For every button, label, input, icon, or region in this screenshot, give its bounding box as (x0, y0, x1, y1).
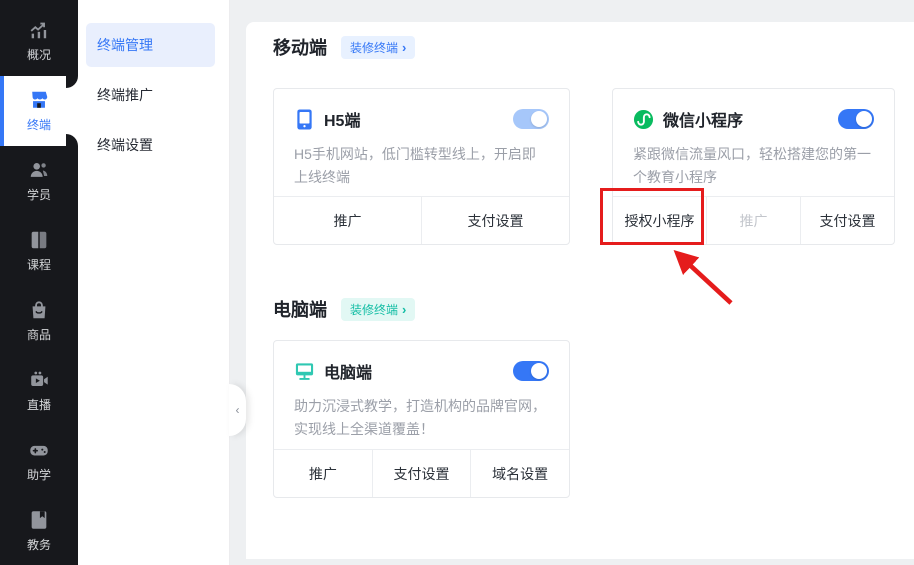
decorate-terminal-badge-pc[interactable]: 装修终端 › (341, 297, 416, 321)
card-title: 电脑端 (324, 365, 373, 382)
payment-settings-button[interactable]: 支付设置 (421, 197, 569, 244)
card-header: 电脑端 (274, 341, 569, 383)
course-book-icon (28, 229, 50, 251)
sidebar-item-label: 教务 (26, 538, 51, 552)
card-actions: 推广 支付设置 (274, 196, 569, 244)
submenu-item-label: 终端设置 (97, 137, 153, 153)
sidebar-collapse-handle[interactable]: ‹ (229, 384, 246, 436)
submenu-item-terminal-promotion[interactable]: 终端推广 (86, 73, 215, 117)
sidebar-item-courses[interactable]: 课程 (0, 216, 78, 286)
pc-terminal-card: 电脑端 助力沉浸式教学，打造机构的品牌官网，实现线上全渠道覆盖！ 推广 支付设置… (273, 340, 570, 498)
submenu-item-terminal-management[interactable]: 终端管理 (86, 23, 215, 67)
sidebar-item-study-aid[interactable]: 助学 (0, 426, 78, 496)
pc-section-title: 电脑端 (273, 300, 327, 320)
sidebar-item-label: 概况 (26, 48, 51, 62)
primary-sidebar: 概况 终端 学员 课程 商品 直播 助学 教务 (0, 0, 78, 565)
payment-settings-button[interactable]: 支付设置 (800, 197, 894, 244)
overview-chart-icon (28, 19, 50, 41)
sidebar-item-label: 课程 (26, 258, 51, 272)
h5-enable-toggle[interactable] (513, 109, 549, 129)
card-header: 微信小程序 (613, 89, 894, 131)
promote-button[interactable]: 推广 (274, 450, 372, 497)
toggle-knob (531, 363, 547, 379)
card-actions: 授权小程序 推广 支付设置 (613, 196, 894, 244)
mobile-section-title: 移动端 (273, 38, 327, 58)
secondary-menu: 终端管理 终端推广 终端设置 (78, 0, 230, 565)
promote-button-disabled: 推广 (706, 197, 800, 244)
badge-label: 装修终端 (350, 40, 399, 55)
sidebar-item-label: 学员 (26, 188, 51, 202)
pc-section-header: 电脑端 装修终端 › (273, 296, 416, 322)
decorate-terminal-badge-mobile[interactable]: 装修终端 › (341, 35, 416, 59)
content-panel: 移动端 装修终端 › H5端 H5手机网站，低门槛转型线上，开启即上线终端 推广… (246, 22, 914, 559)
sidebar-item-academics[interactable]: 教务 (0, 496, 78, 565)
sidebar-item-label: 直播 (26, 398, 51, 412)
shopping-bag-icon (28, 299, 50, 321)
submenu-item-label: 终端管理 (97, 37, 153, 53)
card-header: H5端 (274, 89, 569, 131)
card-description: H5手机网站，低门槛转型线上，开启即上线终端 (294, 146, 536, 185)
sidebar-item-label: 终端 (26, 118, 51, 132)
h5-phone-icon (294, 108, 324, 130)
authorize-miniprogram-button[interactable]: 授权小程序 (613, 197, 706, 244)
pc-enable-toggle[interactable] (513, 361, 549, 381)
chevron-right-icon: › (402, 39, 407, 55)
gamepad-icon (28, 439, 50, 461)
submenu-item-label: 终端推广 (97, 87, 153, 103)
card-actions: 推广 支付设置 域名设置 (274, 449, 569, 497)
card-description: 助力沉浸式教学，打造机构的品牌官网，实现线上全渠道覆盖！ (294, 398, 546, 437)
card-title: 微信小程序 (663, 113, 744, 130)
sidebar-item-overview[interactable]: 概况 (0, 6, 78, 76)
mobile-section-header: 移动端 装修终端 › (273, 34, 416, 60)
notebook-bookmark-icon (28, 509, 50, 531)
submenu-item-terminal-settings[interactable]: 终端设置 (86, 123, 215, 167)
app-window: 概况 终端 学员 课程 商品 直播 助学 教务 终端管理 终端推广 终端设置 ‹… (0, 0, 914, 565)
domain-settings-button[interactable]: 域名设置 (470, 450, 569, 497)
sidebar-item-students[interactable]: 学员 (0, 146, 78, 216)
storefront-icon (28, 89, 50, 111)
chevron-left-icon: ‹ (235, 403, 240, 417)
students-people-icon (28, 159, 50, 181)
chevron-right-icon: › (402, 301, 407, 317)
h5-terminal-card: H5端 H5手机网站，低门槛转型线上，开启即上线终端 推广 支付设置 (273, 88, 570, 245)
wechat-enable-toggle[interactable] (838, 109, 874, 129)
active-indicator-bar (0, 76, 4, 146)
card-title: H5端 (324, 113, 361, 130)
sidebar-item-label: 助学 (26, 468, 51, 482)
sidebar-item-live[interactable]: 直播 (0, 356, 78, 426)
wechat-miniprogram-card: 微信小程序 紧跟微信流量风口，轻松搭建您的第一个教育小程序 授权小程序 推广 支… (612, 88, 895, 245)
desktop-monitor-icon (294, 361, 324, 382)
payment-settings-button[interactable]: 支付设置 (371, 450, 471, 497)
toggle-knob (856, 111, 872, 127)
sidebar-item-goods[interactable]: 商品 (0, 286, 78, 356)
sidebar-item-label: 商品 (26, 328, 51, 342)
toggle-knob (531, 111, 547, 127)
badge-label: 装修终端 (350, 302, 399, 317)
wechat-miniprogram-icon (633, 109, 663, 130)
video-camera-icon (28, 369, 50, 391)
card-description: 紧跟微信流量风口，轻松搭建您的第一个教育小程序 (633, 146, 871, 185)
sidebar-item-terminal[interactable]: 终端 (0, 76, 78, 146)
promote-button[interactable]: 推广 (274, 197, 421, 244)
